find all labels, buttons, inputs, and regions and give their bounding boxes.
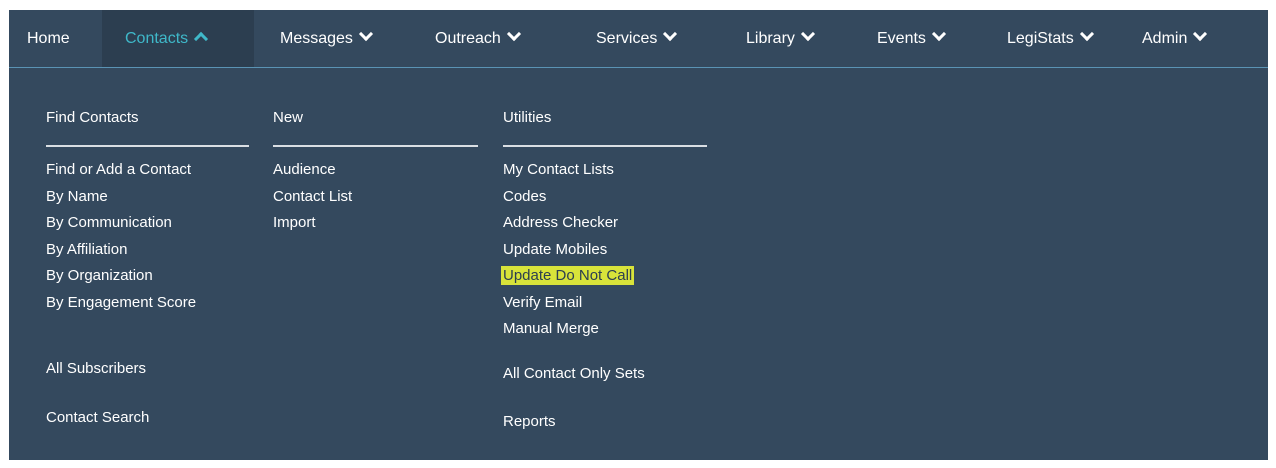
menu-item-my-contact-lists[interactable]: My Contact Lists — [503, 158, 634, 185]
app-window: Home Contacts Messages Outreach Services… — [9, 10, 1268, 460]
utilities-heading: Utilities — [503, 109, 552, 126]
menu-item-reports[interactable]: Reports — [503, 413, 556, 430]
contacts-dropdown-menu: Find Contacts Find or Add a Contact By N… — [9, 68, 1268, 460]
menu-item-by-organization[interactable]: By Organization — [46, 264, 198, 291]
chevron-down-icon — [358, 26, 373, 42]
menu-item-audience[interactable]: Audience — [273, 158, 354, 185]
menu-item-by-engagement-score[interactable]: By Engagement Score — [46, 291, 198, 318]
menu-item-find-or-add-contact[interactable]: Find or Add a Contact — [46, 158, 198, 185]
find-contacts-heading: Find Contacts — [46, 109, 139, 126]
nav-messages-label: Messages — [280, 30, 353, 47]
chevron-down-icon — [1193, 26, 1208, 42]
nav-legistats-label: LegiStats — [1007, 30, 1074, 47]
chevron-down-icon — [506, 26, 521, 42]
chevron-down-icon — [663, 26, 678, 42]
nav-contacts-label: Contacts — [125, 30, 189, 47]
menu-item-by-affiliation[interactable]: By Affiliation — [46, 238, 198, 265]
menu-item-by-name[interactable]: By Name — [46, 185, 198, 212]
chevron-down-icon — [1079, 26, 1094, 42]
menu-item-by-communication[interactable]: By Communication — [46, 211, 198, 238]
chevron-down-icon — [800, 26, 815, 42]
menu-item-contact-list[interactable]: Contact List — [273, 185, 354, 212]
nav-admin-label: Admin — [1142, 30, 1188, 47]
divider — [503, 145, 707, 147]
utilities-list: My Contact Lists Codes Address Checker U… — [501, 158, 635, 344]
chevron-down-icon — [931, 26, 946, 42]
nav-outreach[interactable]: Outreach — [416, 10, 569, 67]
nav-legistats[interactable]: LegiStats — [984, 10, 1122, 67]
menu-item-all-contact-only-sets[interactable]: All Contact Only Sets — [503, 365, 645, 382]
menu-item-contact-search[interactable]: Contact Search — [46, 409, 149, 426]
divider — [46, 145, 249, 147]
find-contacts-list: Find or Add a Contact By Name By Communi… — [46, 158, 198, 317]
nav-services[interactable]: Services — [569, 10, 721, 67]
menu-item-verify-email[interactable]: Verify Email — [503, 291, 634, 318]
divider — [273, 145, 478, 147]
nav-admin[interactable]: Admin — [1122, 10, 1268, 67]
menu-item-manual-merge[interactable]: Manual Merge — [503, 317, 634, 344]
nav-events[interactable]: Events — [849, 10, 984, 67]
menu-item-all-subscribers[interactable]: All Subscribers — [46, 360, 146, 377]
new-list: Audience Contact List Import — [273, 158, 354, 238]
highlighted-label: Update Do Not Call — [501, 266, 635, 285]
nav-library-label: Library — [746, 30, 795, 47]
menu-item-update-do-not-call[interactable]: Update Do Not Call — [501, 264, 635, 291]
nav-outreach-label: Outreach — [435, 30, 501, 47]
chevron-up-icon — [194, 31, 209, 47]
top-nav-bar: Home Contacts Messages Outreach Services… — [9, 10, 1268, 68]
nav-services-label: Services — [596, 30, 658, 47]
nav-events-label: Events — [877, 30, 926, 47]
menu-item-update-mobiles[interactable]: Update Mobiles — [503, 238, 634, 265]
nav-messages[interactable]: Messages — [254, 10, 416, 67]
menu-item-address-checker[interactable]: Address Checker — [503, 211, 634, 238]
nav-library[interactable]: Library — [721, 10, 849, 67]
menu-item-codes[interactable]: Codes — [503, 185, 634, 212]
menu-item-import[interactable]: Import — [273, 211, 354, 238]
new-heading: New — [273, 109, 304, 126]
nav-home[interactable]: Home — [9, 10, 102, 67]
nav-contacts[interactable]: Contacts — [102, 10, 254, 67]
nav-home-label: Home — [27, 30, 70, 47]
